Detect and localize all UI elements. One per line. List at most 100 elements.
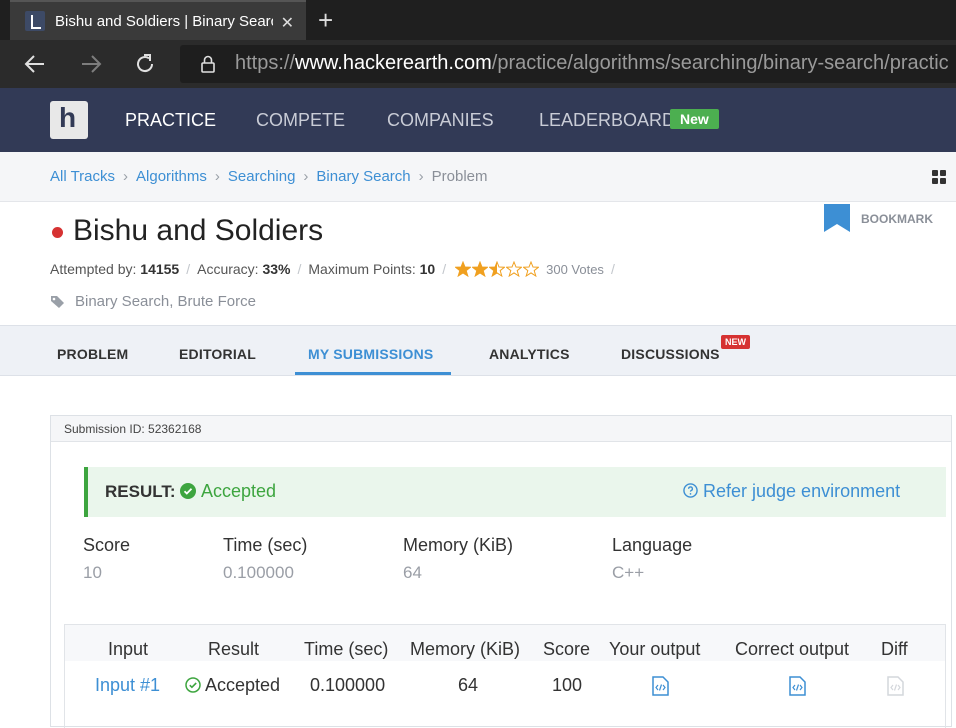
stat-memory-value: 64 <box>403 563 422 582</box>
browser-tab[interactable]: Bishu and Soldiers | Binary Search ✕ <box>10 0 306 40</box>
breadcrumb-all-tracks[interactable]: All Tracks <box>50 168 115 185</box>
lock-icon <box>201 55 215 73</box>
breadcrumb-problem: Problem <box>431 168 488 185</box>
difficulty-dot <box>52 227 63 238</box>
reload-icon[interactable] <box>132 51 158 77</box>
tab-discussions[interactable]: DISCUSSIONS <box>621 346 720 362</box>
browser-tab-strip: Bishu and Soldiers | Binary Search ✕ + <box>0 0 956 40</box>
star-icon[interactable] <box>472 261 489 277</box>
submission-card: Submission ID: 52362168 RESULT: Accepted… <box>50 415 952 728</box>
logo-letter: h <box>59 102 77 133</box>
column-header: Correct output <box>735 639 850 659</box>
stat-language-value: C++ <box>612 563 645 582</box>
url-scheme: https:// <box>235 52 296 74</box>
nav-leaderboard[interactable]: LEADERBOARD <box>539 110 675 131</box>
problem-title: Bishu and Soldiers <box>73 214 324 247</box>
breadcrumb-binary-search[interactable]: Binary Search <box>316 168 410 185</box>
star-icon[interactable] <box>506 261 523 277</box>
column-header: Time (sec) <box>304 639 389 659</box>
table-header: Input Result Time (sec) Memory (KiB) Sco… <box>65 625 945 661</box>
stat-time-label: Time (sec) <box>223 535 308 555</box>
attempted-count: 14155 <box>140 261 180 277</box>
result-status: Accepted <box>201 481 277 501</box>
breadcrumb-bar: All Tracks › Algorithms › Searching › Binary S… <box>0 152 956 202</box>
check-circle-icon <box>180 483 196 499</box>
star-icon[interactable] <box>489 261 506 277</box>
max-points-label: Maximum Points: <box>308 261 416 277</box>
problem-tabs: PROBLEM EDITORIAL MY SUBMISSIONS ANALYTI… <box>0 325 956 376</box>
url-text: https://www.hackerearth.com/practice/alg… <box>235 52 949 75</box>
breadcrumb: All Tracks › Algorithms › Searching › Binary S… <box>50 168 488 185</box>
star-icon[interactable] <box>455 261 472 277</box>
leaderboard-new-badge: New <box>670 109 719 129</box>
input-link[interactable]: Input #1 <box>95 675 160 696</box>
breadcrumb-separator: › <box>303 168 309 185</box>
column-header: Your output <box>609 639 701 659</box>
row-time: 0.100000 <box>310 675 386 695</box>
check-circle-outline-icon <box>185 677 201 693</box>
url-path: /practice/algorithms/searching/binary-se… <box>491 52 949 74</box>
problem-tags: Binary Search, Brute Force <box>50 293 256 310</box>
breadcrumb-separator: › <box>418 168 424 185</box>
breadcrumb-searching[interactable]: Searching <box>228 168 296 185</box>
meta-separator: / <box>186 261 191 277</box>
meta-separator: / <box>442 261 447 277</box>
result-banner: RESULT: Accepted Refer judge environment <box>84 467 946 517</box>
result-label: RESULT: <box>105 482 176 501</box>
active-tab-indicator <box>295 372 451 375</box>
meta-separator: / <box>610 261 615 277</box>
nav-companies[interactable]: COMPANIES <box>387 110 494 131</box>
star-icon[interactable] <box>523 261 540 277</box>
stat-memory-label: Memory (KiB) <box>403 535 514 555</box>
max-points-value: 10 <box>419 261 436 277</box>
breadcrumb-algorithms[interactable]: Algorithms <box>136 168 207 185</box>
discussions-new-badge: NEW <box>721 335 750 349</box>
tags-icon <box>51 295 64 308</box>
column-header: Input <box>108 639 149 659</box>
close-tab-icon[interactable]: ✕ <box>281 13 294 33</box>
tab-editorial[interactable]: EDITORIAL <box>179 346 256 362</box>
refer-judge-environment-link[interactable]: Refer judge environment <box>703 481 900 502</box>
tab-my-submissions[interactable]: MY SUBMISSIONS <box>308 346 433 362</box>
breadcrumb-separator: › <box>123 168 129 185</box>
accuracy-label: Accuracy: <box>197 261 259 277</box>
tab-title: Bishu and Soldiers | Binary Search <box>55 12 273 30</box>
votes-count: 300 Votes <box>546 261 604 277</box>
testcase-table: Input Result Time (sec) Memory (KiB) Sco… <box>64 624 946 728</box>
new-tab-icon[interactable]: + <box>318 5 333 36</box>
grid-view-icon[interactable] <box>932 170 946 184</box>
bookmark-label[interactable]: BOOKMARK <box>861 212 933 226</box>
back-arrow-icon[interactable] <box>22 51 48 77</box>
submission-id: Submission ID: 52362168 <box>51 416 951 442</box>
tab-analytics[interactable]: ANALYTICS <box>489 346 570 362</box>
column-header: Score <box>543 639 591 659</box>
stat-score-label: Score <box>83 535 131 555</box>
forward-arrow-icon[interactable] <box>78 51 104 77</box>
column-header: Result <box>208 639 260 659</box>
rating-stars[interactable] <box>455 261 540 277</box>
column-header: Diff <box>881 639 908 659</box>
meta-separator: / <box>297 261 302 277</box>
hackerearth-favicon-icon <box>25 11 45 31</box>
address-bar-row: https://www.hackerearth.com/practice/alg… <box>0 40 956 88</box>
bookmark-icon[interactable] <box>824 204 850 232</box>
your-output-file-icon[interactable] <box>652 676 669 696</box>
accuracy-value: 33% <box>262 261 291 277</box>
problem-meta: Attempted by: 14155 / Accuracy: 33% / Ma… <box>50 261 622 277</box>
attempted-label: Attempted by: <box>50 261 137 277</box>
site-navbar: h PRACTICE COMPETE COMPANIES LEADERBOARD… <box>0 88 956 152</box>
column-header: Memory (KiB) <box>410 639 521 659</box>
correct-output-file-icon[interactable] <box>789 676 806 696</box>
row-score: 100 <box>552 675 583 695</box>
tags-text: Binary Search, Brute Force <box>75 293 256 310</box>
help-circle-icon <box>683 483 698 498</box>
stat-time-value: 0.100000 <box>223 563 294 582</box>
url-host: www.hackerearth.com <box>295 52 492 74</box>
hackerearth-logo[interactable]: h <box>50 101 88 139</box>
row-memory: 64 <box>458 675 479 695</box>
url-input[interactable]: https://www.hackerearth.com/practice/alg… <box>180 45 956 83</box>
diff-file-icon <box>887 676 904 696</box>
nav-compete[interactable]: COMPETE <box>256 110 345 131</box>
nav-practice[interactable]: PRACTICE <box>125 110 216 131</box>
tab-problem[interactable]: PROBLEM <box>57 346 128 362</box>
